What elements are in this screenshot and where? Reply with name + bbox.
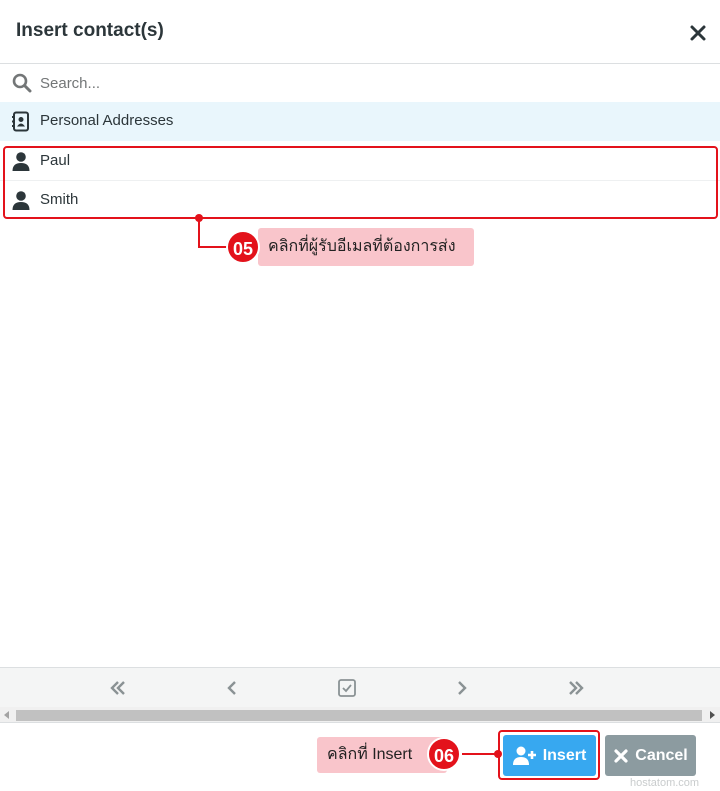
watermark: hostatom.com: [630, 777, 700, 789]
scroll-right-arrow-icon[interactable]: [710, 711, 715, 719]
step-6-badge: 06: [427, 737, 461, 771]
add-user-icon: [512, 746, 536, 765]
address-book-item[interactable]: Personal Addresses: [0, 102, 720, 141]
dialog-title: Insert contact(s): [16, 20, 164, 41]
scroll-left-arrow-icon[interactable]: [4, 711, 9, 719]
close-icon: [614, 748, 628, 763]
address-book-label: Personal Addresses: [40, 112, 174, 129]
search-input[interactable]: [40, 70, 700, 96]
callout-line: [462, 753, 498, 755]
contacts-highlight: [3, 146, 718, 219]
scrollbar-thumb[interactable]: [16, 710, 702, 721]
dialog-header: Insert contact(s): [0, 0, 720, 64]
insert-label: Insert: [542, 746, 587, 764]
prev-page-icon[interactable]: [222, 677, 244, 699]
cancel-button[interactable]: Cancel: [605, 735, 696, 776]
horizontal-scrollbar[interactable]: [0, 707, 720, 723]
close-icon[interactable]: [687, 22, 709, 44]
insert-button[interactable]: Insert: [503, 735, 596, 776]
step-5-note: คลิกที่ผู้รับอีเมลที่ต้องการส่ง: [258, 228, 474, 266]
address-book-icon: [12, 111, 29, 132]
first-page-icon[interactable]: [107, 677, 129, 699]
cancel-label: Cancel: [635, 746, 688, 764]
search-bar: [0, 64, 720, 102]
callout-line: [198, 218, 200, 248]
search-icon: [12, 73, 32, 93]
pagination-bar: [0, 667, 720, 707]
last-page-icon[interactable]: [565, 677, 587, 699]
step-5-badge: 05: [226, 230, 260, 264]
next-page-icon[interactable]: [450, 677, 472, 699]
select-all-icon[interactable]: [336, 677, 358, 699]
